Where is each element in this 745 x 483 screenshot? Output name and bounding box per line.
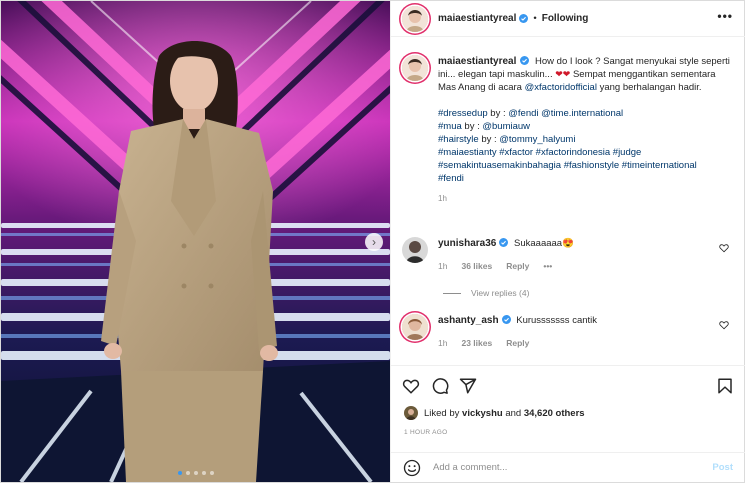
post-header: maiaestiantyreal • Following ••• (391, 1, 745, 37)
commenter-username[interactable]: yunishara36 (438, 238, 496, 249)
comment-time[interactable]: 1h (438, 260, 447, 273)
post-caption: maiaestiantyreal How do I look ? Sangat … (402, 55, 737, 205)
heart-icon[interactable] (402, 377, 420, 395)
caption-time[interactable]: 1h (438, 192, 734, 205)
carousel-next-icon[interactable]: › (365, 233, 383, 251)
commenter-username[interactable]: ashanty_ash (438, 315, 499, 326)
comments-scroll-area[interactable]: maiaestiantyreal How do I look ? Sangat … (391, 38, 745, 364)
comment-meta: 1h 36 likes Reply ••• (438, 260, 718, 273)
heart-emoji: ❤❤ (555, 69, 571, 79)
share-icon[interactable] (459, 377, 477, 395)
comment-emoji: 😍 (562, 238, 574, 249)
carousel-dot[interactable] (209, 471, 214, 475)
carousel-dots (1, 471, 390, 475)
comment-body: ashanty_ash Kurusssssss cantik 1h 23 lik… (438, 314, 718, 350)
heart-icon[interactable] (719, 243, 729, 253)
comment-item: yunishara36 Sukaaaaaa😍 1h 36 likes Reply… (402, 237, 737, 273)
comment-input[interactable] (433, 462, 713, 473)
hashtag-mua[interactable]: #mua (438, 121, 462, 132)
comment-more-icon[interactable]: ••• (543, 260, 552, 273)
commenter-avatar[interactable] (402, 237, 428, 263)
author-avatar[interactable] (402, 5, 428, 32)
hashtag-hairstyle[interactable]: #hairstyle (438, 134, 479, 145)
caption-avatar[interactable] (402, 55, 428, 81)
comment-likes[interactable]: 23 likes (461, 337, 492, 350)
instagram-post: › maiaestiantyreal • Following ••• maiae… (0, 0, 745, 483)
comment-text: Kurusssssss cantik (516, 315, 598, 326)
likes-summary: Liked by vickyshu and 34,620 others (404, 406, 585, 420)
liked-by-prefix: Liked by (424, 407, 460, 419)
dressed-by: by : (490, 108, 506, 119)
liker-username[interactable]: vickyshu (462, 408, 503, 419)
comment-time[interactable]: 1h (438, 337, 447, 350)
carousel-dot[interactable] (193, 471, 198, 475)
comment-item: ashanty_ash Kurusssssss cantik 1h 23 lik… (402, 314, 737, 350)
commenter-avatar[interactable] (402, 314, 428, 340)
bookmark-icon[interactable] (716, 377, 734, 395)
comment-likes[interactable]: 36 likes (461, 260, 492, 273)
view-replies-button[interactable]: View replies (4) (443, 288, 529, 298)
comment-icon[interactable] (431, 377, 449, 395)
following-button[interactable]: Following (542, 13, 589, 24)
liker-avatar[interactable] (404, 406, 418, 420)
post-side-panel: maiaestiantyreal • Following ••• maiaest… (390, 1, 745, 482)
hair-by: by : (481, 134, 497, 145)
comment-body: yunishara36 Sukaaaaaa😍 1h 36 likes Reply… (438, 237, 718, 273)
mention-xfactor[interactable]: @xfactoridofficial (525, 82, 597, 93)
caption-username[interactable]: maiaestiantyreal (438, 56, 516, 67)
carousel-dot[interactable] (177, 471, 182, 475)
hashtags-line-1[interactable]: #maiaestianty #xfactor #xfactorindonesia… (438, 147, 641, 158)
carousel-dot[interactable] (201, 471, 206, 475)
add-comment-bar: Post (391, 452, 745, 482)
reply-button[interactable]: Reply (506, 337, 529, 350)
more-icon[interactable]: ••• (717, 10, 733, 22)
liked-and: and (505, 407, 522, 419)
carousel-dot[interactable] (185, 471, 190, 475)
view-replies-label: View replies (4) (471, 288, 530, 298)
post-time-ago[interactable]: 1 HOUR AGO (404, 429, 447, 436)
mention-fendi-time[interactable]: @fendi @time.international (508, 108, 623, 119)
post-photo (1, 1, 390, 482)
verified-icon (499, 238, 509, 247)
verified-icon (520, 56, 530, 65)
comment-meta: 1h 23 likes Reply (438, 337, 718, 350)
heart-icon[interactable] (719, 320, 729, 330)
emoji-icon[interactable] (403, 459, 421, 477)
post-comment-button[interactable]: Post (712, 462, 733, 473)
hashtag-dressedup[interactable]: #dressedup (438, 108, 488, 119)
header-separator: • (533, 13, 537, 24)
mention-bumiauw[interactable]: @bumiauw (482, 121, 530, 132)
comment-text: Sukaaaaaa (514, 238, 563, 249)
caption-line-3: yang berhalangan hadir. (599, 82, 702, 93)
hashtags-line-2[interactable]: #semakintuasemakinbahagia #fashionstyle … (438, 160, 697, 171)
reply-button[interactable]: Reply (506, 260, 529, 273)
hashtags-line-3[interactable]: #fendi (438, 173, 464, 184)
mention-tommy[interactable]: @tommy_halyumi (499, 134, 575, 145)
post-media[interactable]: › (1, 1, 390, 482)
replies-divider (443, 292, 461, 294)
author-username[interactable]: maiaestiantyreal (438, 13, 516, 24)
verified-icon (519, 14, 529, 23)
verified-icon (501, 315, 511, 324)
mua-by: by : (464, 121, 480, 132)
caption-text: maiaestiantyreal How do I look ? Sangat … (438, 55, 734, 205)
action-bar (391, 365, 745, 405)
likes-count[interactable]: 34,620 others (524, 408, 585, 419)
